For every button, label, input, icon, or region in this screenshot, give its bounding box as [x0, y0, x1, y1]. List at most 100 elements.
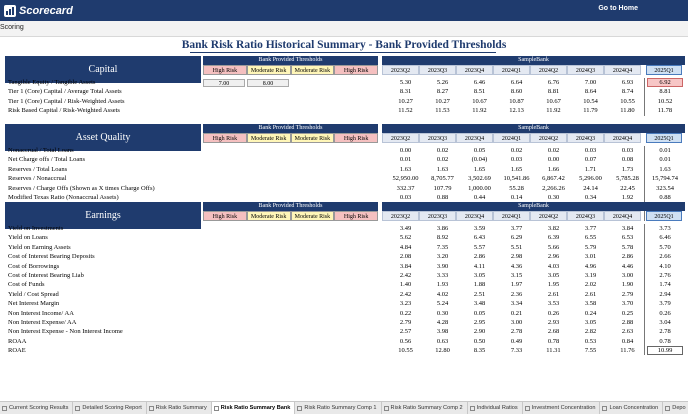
- ratio-value: 0.30: [436, 309, 449, 317]
- report-sheet: Bank Risk Ratio Historical Summary - Ban…: [0, 37, 688, 401]
- current-quarter-value[interactable]: 11.78: [647, 106, 683, 115]
- table-row[interactable]: Yield / Cost Spread 2.42 4.02 2.51 2.36 2.61 2…: [5, 289, 685, 300]
- current-quarter-value[interactable]: 1.74: [647, 280, 683, 289]
- current-quarter-value[interactable]: 10.52: [647, 97, 683, 106]
- current-quarter-value[interactable]: 10.99: [647, 346, 683, 356]
- threshold-input[interactable]: 7.00: [203, 79, 245, 87]
- current-quarter-value[interactable]: 6.46: [647, 233, 683, 242]
- sheet-tab[interactable]: Risk Ratio Summary Comp 2: [382, 402, 468, 414]
- sheet-tab[interactable]: Current Scoring Results: [0, 402, 74, 414]
- current-quarter-value[interactable]: 15,794.74: [647, 174, 683, 183]
- ratio-value: 0.56: [399, 337, 412, 345]
- ratio-value: 0.00: [399, 147, 412, 154]
- column-divider: [644, 308, 645, 318]
- ratio-value: 5.30: [399, 79, 412, 86]
- sheet-tab[interactable]: Risk Ratio Summary: [147, 402, 212, 414]
- table-row[interactable]: Cost of Funds 1.40 1.93 1.88 1.97 1.95 2.02 1.9…: [5, 280, 685, 290]
- table-row[interactable]: Tier 1 (Core) Capital / Average Total As…: [5, 87, 685, 97]
- table-row[interactable]: Non Interest Expense/ AA 2.79 4.28 2.95 3.00…: [5, 317, 685, 328]
- column-divider: [644, 252, 645, 262]
- ratio-value: 10,541.86: [503, 175, 530, 183]
- current-quarter-value[interactable]: 4.10: [647, 262, 683, 271]
- current-quarter-value[interactable]: 0.26: [647, 309, 683, 318]
- current-quarter-value[interactable]: 3.73: [647, 224, 683, 233]
- ratio-label: Cost of Funds: [8, 281, 45, 289]
- table-row[interactable]: Net Interest Margin 3.23 5.24 3.48 3.34 3.53 3…: [5, 299, 685, 309]
- ratio-value: 3.15: [510, 271, 523, 279]
- table-row[interactable]: Yield on Loans 5.62 8.92 6.43 6.29 6.39 6.55 6.…: [5, 233, 685, 243]
- column-divider: [644, 183, 645, 193]
- ratio-value: 2,266.26: [542, 184, 565, 192]
- current-quarter-value[interactable]: 1.63: [647, 165, 683, 174]
- table-row[interactable]: Non Interest Income/ AA 0.22 0.30 0.05 0.21 0…: [5, 308, 685, 318]
- table-row[interactable]: Cost of Interest Bearing Liab 2.42 3.33 3.0…: [5, 270, 685, 281]
- table-row[interactable]: Yield on Earning Assets 4.84 7.35 5.57 5.51 5…: [5, 242, 685, 253]
- current-quarter-value[interactable]: 2.94: [647, 290, 683, 299]
- ratio-label: Reserves / Total Loans: [8, 165, 68, 173]
- quarter-header: 2023Q4: [456, 211, 493, 221]
- current-quarter-value[interactable]: 323.54: [647, 184, 683, 193]
- threshold-header: Bank Provided Thresholds: [203, 202, 378, 211]
- current-quarter-value[interactable]: 5.70: [647, 243, 683, 252]
- ratio-value: 7.00: [584, 79, 597, 86]
- ratio-value: 0.02: [510, 147, 523, 154]
- current-quarter-value[interactable]: 0.01: [647, 155, 683, 164]
- ratio-value: 1.88: [473, 281, 486, 289]
- table-row[interactable]: Tangible Equity / Tangible Assets 7.00 8.0…: [5, 78, 685, 88]
- ratio-value: 1.93: [436, 281, 449, 289]
- ratio-value: 6.55: [584, 234, 597, 242]
- breadcrumb[interactable]: Scoring: [0, 24, 24, 31]
- current-quarter-value[interactable]: 8.81: [647, 87, 683, 96]
- logo[interactable]: Scorecard: [3, 4, 73, 18]
- table-row[interactable]: ROAA 0.56 0.63 0.50 0.49 0.78 0.53 0.84 0.78: [5, 336, 685, 347]
- go-to-home-link[interactable]: Go to Home: [598, 5, 638, 12]
- current-quarter-value[interactable]: 2.76: [647, 271, 683, 280]
- current-quarter-value[interactable]: 6.92: [647, 78, 683, 88]
- table-row[interactable]: Cost of Interest Bearing Deposits 2.08 3.2…: [5, 252, 685, 262]
- table-row[interactable]: Nonaccrual / Total Loans 0.00 0.02 0.05 0.02…: [5, 146, 685, 156]
- table-row[interactable]: Risk Based Capital / Risk-Weighted Asset…: [5, 106, 685, 116]
- sheet-icon: [665, 405, 671, 411]
- current-quarter-value[interactable]: 0.88: [647, 193, 683, 202]
- sheet-tab-label: Individual Ratios: [476, 405, 518, 411]
- current-quarter-value[interactable]: 2.66: [647, 252, 683, 261]
- current-quarter-value[interactable]: 0.78: [647, 337, 683, 346]
- table-row[interactable]: Yield on Investments 3.49 3.86 3.59 3.77 3.82…: [5, 224, 685, 234]
- ratio-value: 6.76: [547, 79, 560, 86]
- sheet-tab[interactable]: Risk Ratio Summary Comp 1: [295, 402, 382, 414]
- sheet-tab[interactable]: Risk Ratio Summary Bank: [211, 402, 296, 414]
- current-quarter-value[interactable]: 0.01: [647, 146, 683, 155]
- table-row[interactable]: Modified Texas Ratio (Nonaccrual Assets)…: [5, 192, 685, 203]
- sheet-tab[interactable]: Detailed Scoring Report: [73, 402, 147, 414]
- ratio-value: 0.53: [584, 337, 597, 345]
- ratio-value: 1.65: [473, 165, 486, 173]
- current-quarter-value[interactable]: 3.04: [647, 318, 683, 327]
- table-row[interactable]: Reserves / Total Loans 1.63 1.63 1.65 1.65 1.…: [5, 164, 685, 175]
- table-row[interactable]: Cost of Borrowings 3.84 3.90 4.11 4.36 4.03 4.…: [5, 261, 685, 271]
- table-row[interactable]: Reserves / Nonaccrual 52,950.00 8,705.77 3,…: [5, 174, 685, 184]
- quarter-header: 2024Q2: [530, 65, 567, 75]
- sheet-tab[interactable]: Individual Ratios: [468, 402, 523, 414]
- sheet-tab[interactable]: Investment Concentration: [523, 402, 601, 414]
- current-quarter-value[interactable]: 3.79: [647, 299, 683, 308]
- table-row[interactable]: Net Charge offs / Total Loans 0.01 0.02 (0.…: [5, 155, 685, 165]
- sheet-tab[interactable]: Loan Concentration: [600, 402, 664, 414]
- ratio-value: 5.79: [584, 243, 597, 251]
- table-row[interactable]: Reserves / Charge Offs (Shown as X times…: [5, 183, 685, 193]
- threshold-input[interactable]: 8.00: [247, 79, 289, 87]
- ratio-label: Nonaccrual / Total Loans: [8, 147, 74, 154]
- quarter-header: 2024Q1: [493, 133, 530, 143]
- sheet-tab[interactable]: Depo: [663, 402, 688, 414]
- table-row[interactable]: Non Interest Expense - Non Interest Inco…: [5, 327, 685, 337]
- table-row[interactable]: Tier 1 (Core) Capital / Risk-Weighted As…: [5, 96, 685, 107]
- ratio-value: 1.73: [621, 165, 634, 173]
- threshold-label-high-risk: High Risk: [203, 65, 247, 75]
- ratio-label: Yield on Loans: [8, 234, 48, 242]
- ratio-value: 1.66: [547, 165, 560, 173]
- current-quarter-value[interactable]: 2.78: [647, 327, 683, 336]
- ratio-value: 8.74: [621, 88, 634, 96]
- ratio-value: 0.63: [436, 337, 449, 345]
- table-row[interactable]: ROAE 10.55 12.80 8.35 7.33 11.31 7.55 11.76 10.9…: [5, 346, 685, 356]
- threshold-label-moderate-risk: Moderate Risk: [246, 133, 291, 143]
- ratio-value: 3.77: [584, 225, 597, 232]
